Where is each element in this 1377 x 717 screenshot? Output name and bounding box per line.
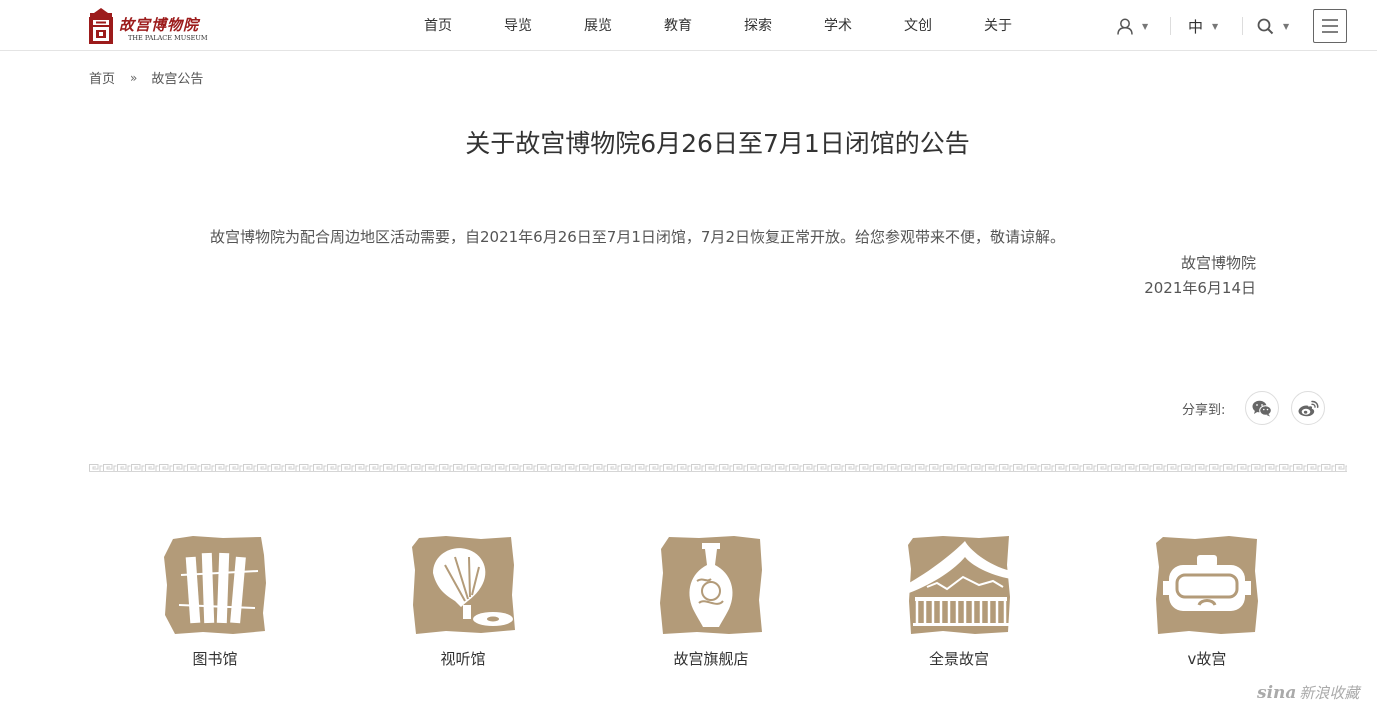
link-label: 全景故宫 bbox=[928, 650, 989, 668]
nav-exhibitions[interactable]: 展览 bbox=[558, 0, 638, 51]
sina-collection-watermark: sina 新浪收藏 bbox=[1257, 682, 1359, 703]
language-switcher[interactable]: 中 ▼ bbox=[1188, 17, 1219, 36]
palace-building-icon bbox=[908, 536, 1011, 634]
nav-guide[interactable]: 导览 bbox=[478, 0, 558, 51]
link-label: 图书馆 bbox=[192, 650, 238, 668]
tool-divider bbox=[1242, 17, 1243, 35]
chevron-down-icon: ▼ bbox=[1212, 21, 1219, 31]
share-wechat-button[interactable] bbox=[1245, 391, 1279, 425]
vase-icon bbox=[660, 536, 762, 634]
nav-academic[interactable]: 学术 bbox=[798, 0, 878, 51]
article-body: 故宫博物院为配合周边地区活动需要，自2021年6月26日至7月1日闭馆，7月2日… bbox=[210, 228, 1065, 246]
palace-seal-icon bbox=[89, 8, 113, 44]
chevron-down-icon: ▼ bbox=[1283, 21, 1290, 31]
logo-name-en: THE PALACE MUSEUM bbox=[128, 34, 208, 42]
breadcrumb-separator: » bbox=[130, 70, 138, 85]
tool-divider bbox=[1170, 17, 1171, 35]
weibo-icon bbox=[1298, 400, 1318, 416]
site-header: 故宫博物院 THE PALACE MUSEUM 首页 导览 展览 教育 探索 学… bbox=[0, 0, 1377, 51]
article-title: 关于故宫博物院6月26日至7月1日闭馆的公告 bbox=[465, 129, 970, 158]
search-icon bbox=[1257, 18, 1274, 34]
logo-name-cn: 故宫博物院 bbox=[119, 16, 200, 34]
user-menu[interactable]: ▼ bbox=[1117, 17, 1148, 35]
link-label: v故宫 bbox=[1187, 650, 1227, 668]
search-toggle[interactable]: ▼ bbox=[1257, 17, 1289, 35]
share-weibo-button[interactable] bbox=[1291, 391, 1325, 425]
breadcrumb: 首页 » 故宫公告 bbox=[89, 68, 203, 88]
nav-education[interactable]: 教育 bbox=[638, 0, 718, 51]
nav-explore[interactable]: 探索 bbox=[718, 0, 798, 51]
article-title-wrap: 关于故宫博物院6月26日至7月1日闭馆的公告 bbox=[0, 124, 1377, 160]
article-date: 2021年6月14日 bbox=[1144, 279, 1256, 297]
share-label: 分享到: bbox=[1182, 403, 1226, 418]
article-signer: 故宫博物院 bbox=[1180, 254, 1256, 272]
gramophone-icon bbox=[412, 536, 515, 634]
hamburger-menu-icon bbox=[1322, 19, 1338, 33]
link-label: 故宫旗舰店 bbox=[673, 650, 749, 668]
wechat-icon bbox=[1252, 400, 1272, 416]
main-nav: 首页 导览 展览 教育 探索 学术 文创 关于 bbox=[398, 0, 1038, 51]
breadcrumb-current[interactable]: 故宫公告 bbox=[151, 68, 203, 87]
nav-home[interactable]: 首页 bbox=[398, 0, 478, 51]
user-icon bbox=[1117, 18, 1133, 35]
watermark-text: 新浪收藏 bbox=[1299, 684, 1360, 702]
vr-headset-icon bbox=[1156, 536, 1258, 634]
watermark-brand: sina bbox=[1257, 682, 1297, 703]
palace-museum-logo[interactable]: 故宫博物院 THE PALACE MUSEUM bbox=[88, 8, 213, 44]
nav-about[interactable]: 关于 bbox=[958, 0, 1038, 51]
breadcrumb-home[interactable]: 首页 bbox=[89, 68, 115, 87]
chevron-down-icon: ▼ bbox=[1142, 21, 1149, 31]
language-current: 中 bbox=[1188, 17, 1204, 36]
decorative-meander-divider bbox=[89, 464, 1347, 472]
link-label: 视听馆 bbox=[440, 650, 486, 668]
hamburger-menu-button[interactable] bbox=[1313, 9, 1347, 43]
nav-cultural-products[interactable]: 文创 bbox=[878, 0, 958, 51]
library-books-icon bbox=[164, 536, 266, 634]
